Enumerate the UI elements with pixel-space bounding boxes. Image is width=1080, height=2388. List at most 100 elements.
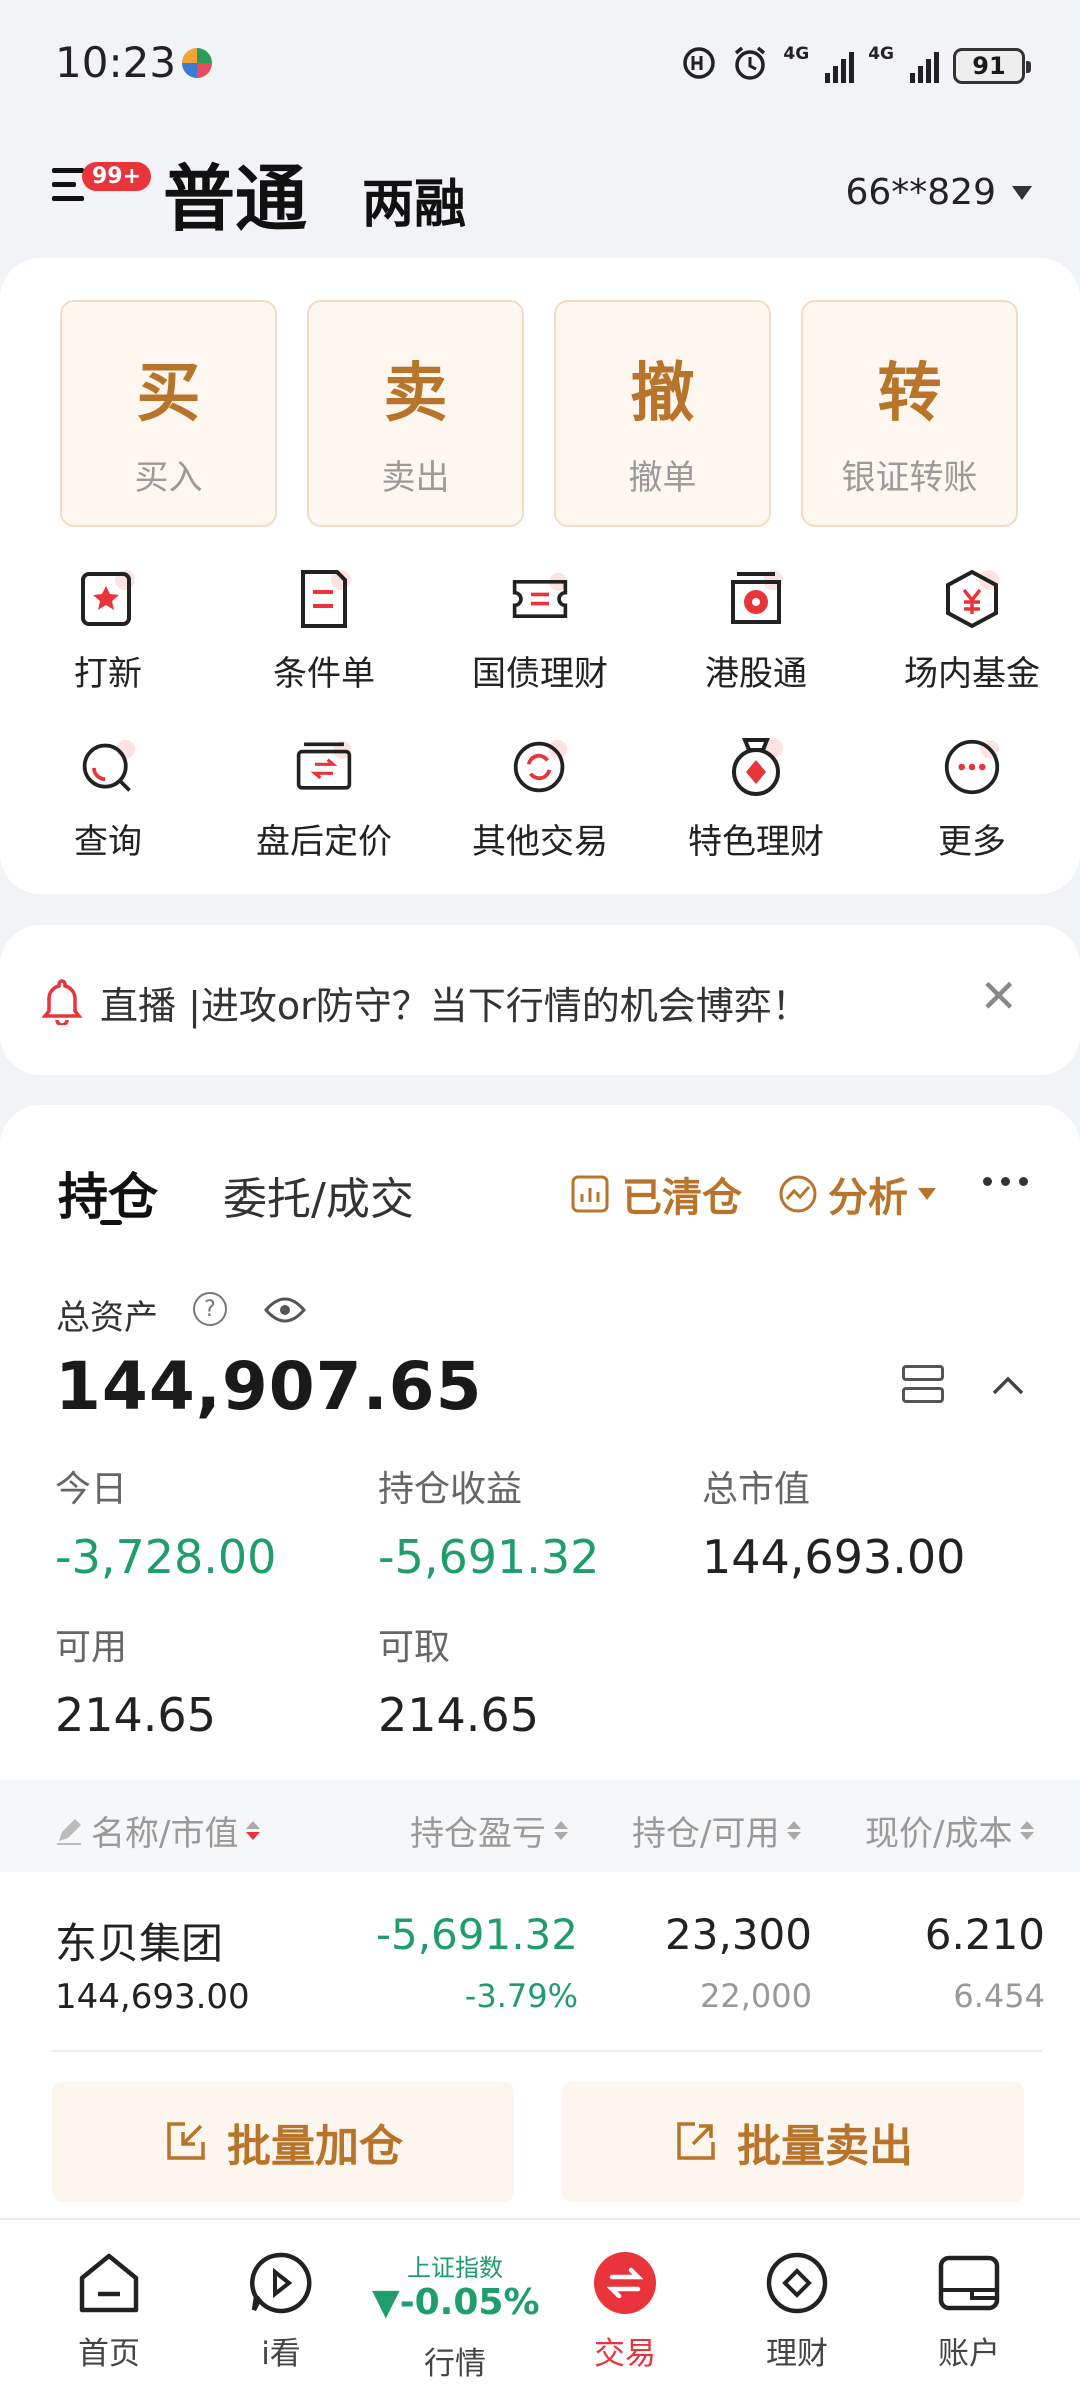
live-banner[interactable]: 直播 |进攻or防守？当下行情的机会博弈！ ✕ [0, 925, 1080, 1075]
diamond-circle-icon [764, 2250, 830, 2316]
batch-sell-button[interactable]: 批量卖出 [562, 2082, 1024, 2202]
stock-market-value: 144,693.00 [55, 1977, 250, 2017]
banner-text: 直播 |进攻or防守？当下行情的机会博弈！ [100, 984, 810, 1028]
stat-value: -5,691.32 [378, 1530, 600, 1584]
stat-position-profit: 持仓收益 -5,691.32 [378, 1460, 599, 1584]
nav-finance[interactable]: 理财 [712, 2220, 882, 2388]
stat-value: -3,728.00 [55, 1530, 277, 1584]
more-dots-icon [943, 736, 1001, 798]
grid-item-more[interactable]: 更多 [864, 726, 1080, 894]
cleared-positions-button[interactable]: 已清仓 [570, 1165, 742, 1223]
ticket-icon [511, 568, 569, 630]
column-price-cost[interactable]: 现价/成本 [865, 1806, 1035, 1855]
stat-available: 可用 214.65 [55, 1618, 216, 1742]
stock-available: 22,000 [700, 1977, 812, 2015]
bell-icon [41, 977, 83, 1027]
stock-cost: 6.454 [953, 1977, 1045, 2015]
nav-watch[interactable]: i看 [196, 2220, 366, 2388]
sell-button[interactable]: 卖 卖出 [307, 300, 524, 527]
stat-label: 今日 [55, 1469, 128, 1510]
grid-item-other-trade[interactable]: 其他交易 [432, 726, 648, 894]
bottom-nav: 首页 i看 上证指数 ▼-0.05% 行情 交易 理财 账户 [0, 2218, 1080, 2388]
nav-label: i看 [261, 2336, 301, 2372]
tab-margin-trading[interactable]: 两融 [362, 162, 466, 237]
wallet-icon [936, 2250, 1002, 2316]
add-position-icon [167, 2122, 205, 2160]
nav-trade[interactable]: 交易 [540, 2220, 710, 2388]
nav-label: 首页 [78, 2336, 140, 2372]
grid-label: 场内基金 [904, 654, 1040, 694]
tab-underline [100, 1220, 122, 1225]
buy-glyph: 买 [136, 357, 201, 431]
nav-home[interactable]: 首页 [24, 2220, 194, 2388]
grid-item-treasury-finance[interactable]: 国债理财 [432, 558, 648, 726]
column-holding-available[interactable]: 持仓/可用 [632, 1806, 802, 1855]
grid-item-conditional-order[interactable]: 条件单 [216, 558, 432, 726]
analysis-label: 分析 [828, 1175, 908, 1221]
trend-icon [779, 1175, 817, 1213]
alarm-icon [731, 44, 769, 87]
battery-icon: 91 [953, 47, 1031, 84]
buy-button[interactable]: 买 买入 [60, 300, 277, 527]
sort-icon [246, 1821, 261, 1840]
tab-normal[interactable]: 普通 [163, 140, 307, 245]
column-pnl[interactable]: 持仓盈亏 [410, 1806, 568, 1855]
tab-orders-deals[interactable]: 委托/成交 [223, 1163, 414, 1227]
transfer-label: 银证转账 [841, 458, 978, 498]
batch-add-button[interactable]: 批量加仓 [52, 2082, 514, 2202]
more-options-icon[interactable] [983, 1177, 1028, 1186]
trade-actions: 买 买入 卖 卖出 撤 撤单 转 银证转账 [60, 300, 1018, 527]
trade-card: 买 买入 卖 卖出 撤 撤单 转 银证转账 打新 条件单 国债理财 港股通 场内… [0, 258, 1080, 894]
stock-holding: 23,300 [665, 1910, 812, 1959]
cancel-label: 撤单 [628, 458, 697, 498]
cleared-label: 已清仓 [622, 1175, 742, 1221]
sell-glyph: 卖 [383, 357, 448, 431]
column-name-value[interactable]: 名称/市值 [55, 1806, 261, 1855]
batch-sell-label: 批量卖出 [737, 2121, 913, 2172]
bank-transfer-button[interactable]: 转 银证转账 [801, 300, 1018, 527]
grid-item-query[interactable]: 查询 [0, 726, 216, 894]
close-icon[interactable]: ✕ [979, 973, 1018, 1019]
positions-table-header: 名称/市值 持仓盈亏 持仓/可用 现价/成本 [0, 1780, 1080, 1872]
grid-item-after-hours-pricing[interactable]: 盘后定价 [216, 726, 432, 894]
message-badge: 99+ [82, 162, 152, 191]
grid-label: 国债理财 [472, 654, 608, 694]
dropdown-arrow-icon [918, 1188, 936, 1200]
nav-market-label[interactable]: 行情 [380, 2338, 530, 2383]
nav-label: 账户 [938, 2336, 1000, 2372]
sort-icon [787, 1821, 802, 1840]
transfer-glyph: 转 [877, 357, 942, 431]
stat-value: 214.65 [55, 1688, 216, 1742]
column-label: 名称/市值 [91, 1814, 239, 1854]
tab-positions[interactable]: 持仓 [58, 1157, 158, 1229]
edit-icon [57, 1818, 81, 1845]
layout-toggle-icon[interactable] [902, 1365, 944, 1405]
sort-icon [554, 1821, 568, 1840]
index-change-value: -0.05% [399, 2282, 540, 2323]
help-icon[interactable]: ? [193, 1292, 227, 1326]
stat-market-value: 总市值 144,693.00 [702, 1460, 965, 1584]
column-label: 持仓盈亏 [410, 1814, 546, 1854]
index-change[interactable]: ▼-0.05% [372, 2282, 540, 2323]
cancel-order-button[interactable]: 撤 撤单 [554, 300, 771, 527]
stat-value: 144,693.00 [702, 1530, 966, 1584]
account-selector[interactable]: 66**829 [845, 172, 1032, 213]
function-grid: 打新 条件单 国债理财 港股通 场内基金 查询 盘后定价 其他交易 特色理财 更… [0, 558, 1080, 894]
table-row[interactable]: 东贝集团 144,693.00 -5,691.32 -3.79% 23,300 … [0, 1890, 1080, 2040]
stat-label: 持仓收益 [378, 1469, 523, 1510]
grid-item-featured-finance[interactable]: 特色理财 [648, 726, 864, 894]
analysis-button[interactable]: 分析 [778, 1165, 936, 1223]
stat-withdrawable: 可取 214.65 [378, 1618, 539, 1742]
play-circle-icon [248, 2250, 314, 2316]
signal-icon-2 [910, 49, 939, 83]
status-icons: 4G 4G 91 [681, 44, 1031, 87]
eye-icon[interactable] [264, 1297, 306, 1327]
chevron-up-icon[interactable] [990, 1367, 1026, 1403]
stat-today: 今日 -3,728.00 [55, 1460, 276, 1584]
grid-item-ipo[interactable]: 打新 [0, 558, 216, 726]
grid-label: 更多 [938, 822, 1006, 862]
grid-item-exchange-fund[interactable]: 场内基金 [864, 558, 1080, 726]
nav-account[interactable]: 账户 [884, 2220, 1054, 2388]
batch-add-label: 批量加仓 [227, 2121, 403, 2172]
grid-item-hk-connect[interactable]: 港股通 [648, 558, 864, 726]
